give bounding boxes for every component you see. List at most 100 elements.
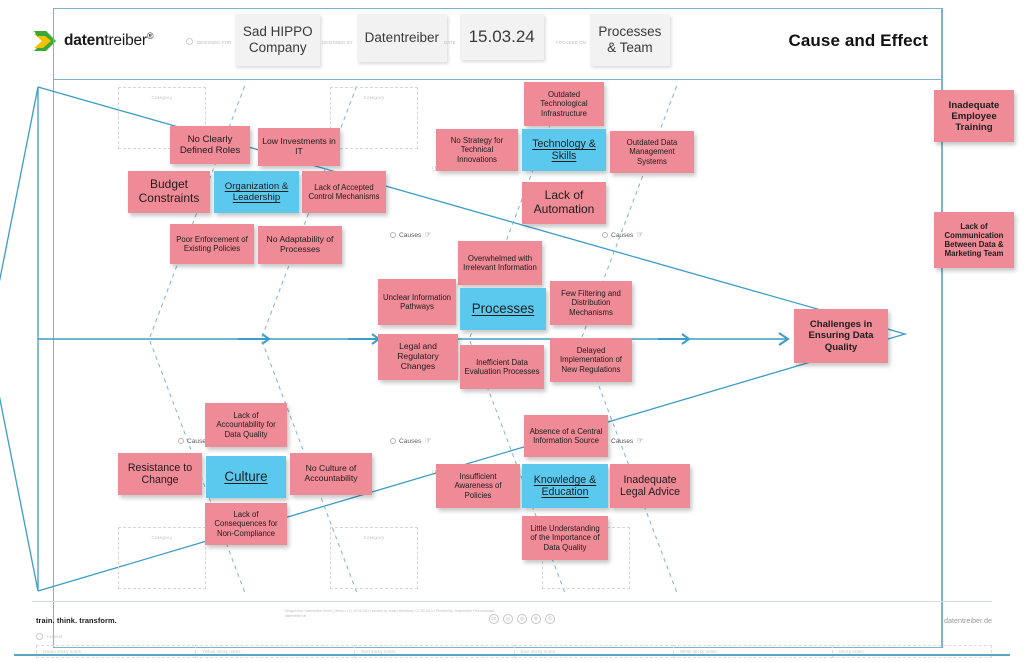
note-text: Technology & Skills bbox=[532, 137, 596, 162]
note-budget-constraints[interactable]: Budget Constraints bbox=[128, 171, 210, 213]
category-note-processes[interactable]: Processes bbox=[460, 288, 546, 330]
field-designed-for-label: Designed for bbox=[197, 40, 232, 45]
causes-annotation: Causes ☞ bbox=[390, 231, 432, 239]
note-inadequate-legal-advice[interactable]: Inadequate Legal Advice bbox=[610, 464, 690, 508]
parking-note-lack-of-communication[interactable]: Lack of Communication Between Data & Mar… bbox=[934, 212, 1014, 268]
note-text: Challenges in Ensuring Data Quality bbox=[808, 319, 874, 353]
note-text: Unclear Information Pathways bbox=[382, 292, 452, 311]
note-lack-of-consequences-for-non-compliance[interactable]: Lack of Consequences for Non-Compliance bbox=[205, 503, 287, 545]
logo-superscript: ® bbox=[146, 31, 154, 42]
note-no-adaptability-of-processes[interactable]: No Adaptability of Processes bbox=[258, 226, 342, 264]
cc-person-icon: ① bbox=[545, 614, 555, 624]
note-text: Processes bbox=[471, 301, 535, 317]
causes-label: Causes bbox=[399, 437, 422, 445]
info-circle-icon bbox=[178, 438, 184, 444]
note-text: Few Filtering and Distribution Mechanism… bbox=[561, 289, 621, 317]
legend-item[interactable]: Blue sticky notes bbox=[513, 645, 673, 658]
category-placeholder[interactable]: Category bbox=[330, 527, 418, 589]
note-low-investments-in-it[interactable]: Low Investments in IT bbox=[258, 128, 340, 166]
note-lack-of-accountability-for-data-quality[interactable]: Lack of Accountability for Data Quality bbox=[205, 403, 287, 447]
note-overwhelmed-with-irrelevant-information[interactable]: Overwhelmed with Irrelevant Information bbox=[458, 241, 542, 285]
note-lack-of-accepted-control-mechanisms[interactable]: Lack of Accepted Control Mechanisms bbox=[302, 171, 386, 213]
note-text: Outdated Technological Infrastructure bbox=[540, 90, 588, 118]
effect-note-challenges-in-ensuring-data-quality[interactable]: Challenges in Ensuring Data Quality bbox=[794, 309, 888, 363]
note-text: Outdated Data Management Systems bbox=[626, 138, 678, 166]
note-outdated-technological-infrastructure[interactable]: Outdated Technological Infrastructure bbox=[524, 82, 604, 126]
note-text: No Strategy for Technical Innovations bbox=[450, 136, 504, 164]
info-circle-icon bbox=[390, 438, 396, 444]
note-text: Budget Constraints bbox=[138, 177, 200, 205]
note-inefficient-data-evaluation-processes[interactable]: Inefficient Data Evaluation Processes bbox=[460, 345, 544, 389]
note-text: Low Investments in IT bbox=[262, 136, 336, 156]
note-text: Inadequate Legal Advice bbox=[619, 473, 681, 498]
category-note-culture[interactable]: Culture bbox=[206, 456, 286, 498]
field-focused-on: Focused on Processes & Team bbox=[556, 14, 670, 66]
fishbone-canvas: datentreiber® Designed for Sad HIPPO Com… bbox=[0, 0, 1024, 662]
legend-item[interactable]: Green sticky notes bbox=[36, 645, 196, 658]
causes-annotation: Causes ☞ bbox=[390, 437, 432, 445]
note-insufficient-awareness-of-policies[interactable]: Insufficient Awareness of Policies bbox=[436, 464, 520, 508]
field-focused-on-value[interactable]: Processes & Team bbox=[589, 14, 670, 66]
note-few-filtering-and-distribution-mechanisms[interactable]: Few Filtering and Distribution Mechanism… bbox=[550, 281, 632, 325]
note-text: Delayed Implementation of New Regulation… bbox=[560, 346, 622, 374]
pointing-hand-icon: ☞ bbox=[636, 436, 644, 445]
field-date-value[interactable]: 15.03.24 bbox=[459, 14, 544, 60]
category-note-organization-leadership[interactable]: Organization & Leadership bbox=[214, 171, 299, 213]
note-text: No Clearly Defined Roles bbox=[179, 133, 241, 156]
info-circle-icon bbox=[390, 232, 396, 238]
field-designed-by-label: Designed by bbox=[322, 40, 353, 45]
parking-note-inadequate-employee-training[interactable]: Inadequate Employee Training bbox=[934, 90, 1014, 142]
note-text: Lack of Accepted Control Mechanisms bbox=[308, 182, 380, 201]
note-text: Poor Enforcement of Existing Policies bbox=[176, 234, 248, 253]
field-designed-for: Designed for Sad HIPPO Company bbox=[186, 14, 321, 66]
legend-item[interactable]: White sticky notes bbox=[672, 645, 832, 658]
category-placeholder[interactable]: Category bbox=[330, 87, 418, 149]
note-little-understanding-of-importance-of-data-quality[interactable]: Little Understanding of the Importance o… bbox=[522, 516, 608, 560]
note-text: Resistance to Change bbox=[127, 461, 193, 486]
logo-wordmark: datentreiber® bbox=[64, 31, 154, 50]
note-no-clearly-defined-roles[interactable]: No Clearly Defined Roles bbox=[170, 126, 250, 164]
cc-nd-icon: ◎ bbox=[517, 614, 527, 624]
footer-fineprint: Designed by: Datentreiber GmbH | Version… bbox=[285, 609, 496, 618]
category-placeholder[interactable]: Category bbox=[118, 527, 206, 589]
logo-chevron-icon bbox=[34, 31, 56, 51]
site-url[interactable]: datentreiber.de bbox=[944, 616, 992, 625]
note-text: Inefficient Data Evaluation Processes bbox=[464, 357, 540, 376]
note-unclear-information-pathways[interactable]: Unclear Information Pathways bbox=[378, 279, 456, 325]
note-lack-of-automation[interactable]: Lack of Automation bbox=[522, 182, 606, 224]
legend-item[interactable]: Red sticky notes bbox=[354, 645, 514, 658]
legend-header: Legend bbox=[36, 633, 62, 640]
category-note-knowledge-education[interactable]: Knowledge & Education bbox=[522, 464, 608, 508]
note-outdated-data-management-systems[interactable]: Outdated Data Management Systems bbox=[610, 131, 694, 173]
note-text: Inadequate Employee Training bbox=[948, 99, 1000, 133]
causes-label: Causes bbox=[399, 231, 422, 239]
note-no-culture-of-accountability[interactable]: No Culture of Accountability bbox=[290, 453, 372, 495]
note-no-strategy-for-technical-innovations[interactable]: No Strategy for Technical Innovations bbox=[436, 129, 518, 171]
note-delayed-implementation-of-new-regulations[interactable]: Delayed Implementation of New Regulation… bbox=[550, 338, 632, 382]
note-text: Insufficient Awareness of Policies bbox=[454, 472, 502, 500]
legend-item[interactable]: Yellow sticky notes bbox=[195, 645, 355, 658]
field-date-label: Date bbox=[444, 40, 456, 45]
category-placeholder-label: Category bbox=[363, 95, 385, 100]
note-text: Little Understanding of the Importance o… bbox=[530, 524, 600, 552]
legend-row: Green sticky notes Yellow sticky notes R… bbox=[36, 645, 993, 658]
field-designed-for-value[interactable]: Sad HIPPO Company bbox=[235, 14, 321, 66]
legend-item[interactable]: Sticky notes bbox=[831, 645, 993, 658]
note-text: Lack of Automation bbox=[533, 188, 595, 216]
pointing-hand-icon: ☞ bbox=[636, 230, 644, 239]
category-note-technology-skills[interactable]: Technology & Skills bbox=[522, 129, 606, 171]
category-placeholder-label: Category bbox=[151, 535, 173, 540]
field-date: Date 15.03.24 bbox=[444, 14, 544, 60]
legend-circle-icon bbox=[36, 633, 43, 640]
clock-icon bbox=[186, 38, 193, 45]
note-poor-enforcement-of-existing-policies[interactable]: Poor Enforcement of Existing Policies bbox=[170, 224, 254, 264]
note-absence-of-a-central-information-source[interactable]: Absence of a Central Information Source bbox=[524, 415, 608, 457]
note-text: No Culture of Accountability bbox=[304, 463, 358, 483]
note-text: No Adaptability of Processes bbox=[266, 234, 334, 254]
field-designed-by-value[interactable]: Datentreiber bbox=[356, 14, 447, 62]
bottom-rule bbox=[14, 654, 1010, 656]
note-resistance-to-change[interactable]: Resistance to Change bbox=[118, 453, 202, 495]
note-text: Overwhelmed with Irrelevant Information bbox=[463, 253, 537, 272]
note-text: Lack of Communication Between Data & Mar… bbox=[944, 222, 1004, 258]
note-legal-and-regulatory-changes[interactable]: Legal and Regulatory Changes bbox=[378, 334, 458, 380]
